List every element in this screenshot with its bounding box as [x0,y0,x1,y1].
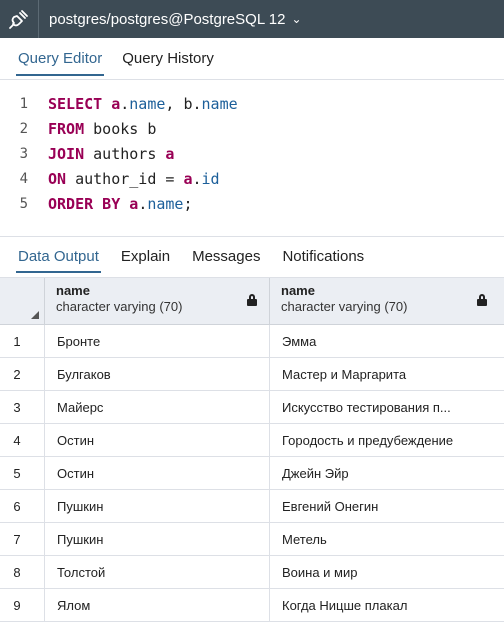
data-output-grid: name character varying (70) name charact… [0,277,504,623]
plain-token: author_id = [66,169,184,188]
table-cell[interactable]: Мастер и Маргарита [270,358,499,390]
code-line: 5 ORDER BY a. name; [0,191,504,216]
line-number: 4 [19,170,28,187]
table-cell[interactable]: Булгаков [45,358,270,390]
plain-token: authors [84,144,166,163]
plain-token: , [165,94,184,113]
chevron-down-icon: ⌄ [291,12,302,26]
table-cell[interactable]: Искусство тестирования п... [270,391,499,423]
table-row[interactable]: 6 Пушкин Евгений Онегин [0,490,504,523]
connection-title: postgres/postgres@PostgreSQL 12 [49,10,286,28]
tab-explain[interactable]: Explain [115,237,176,277]
plain-token: ; [183,194,193,213]
table-cell[interactable]: Бронте [45,325,270,357]
lock-icon [247,294,257,306]
keyword-token: FROM [48,119,85,138]
property-token: name [201,94,238,113]
connection-selector[interactable]: postgres/postgres@PostgreSQL 12 ⌄ [39,11,302,28]
table-row[interactable]: 8 Толстой Воина и мир [0,556,504,589]
editor-tab-bar: Query Editor Query History [0,38,504,80]
tab-messages[interactable]: Messages [186,237,266,277]
table-cell[interactable]: Ялом [45,589,270,621]
alias-token: a [183,169,193,188]
column-name: name [281,283,315,298]
code-line: 1 SELECT a. name, b. name [0,91,504,116]
column-type: character varying (70) [281,299,408,314]
table-cell[interactable]: Остин [45,424,270,456]
table-row[interactable]: 1 Бронте Эмма [0,325,504,358]
table-row[interactable]: 3 Майерс Искусство тестирования п... [0,391,504,424]
corner-triangle-icon [31,311,39,319]
table-cell[interactable]: Майерс [45,391,270,423]
property-token: name [129,94,166,113]
column-name: name [56,283,90,298]
row-number: 3 [0,391,45,423]
table-cell[interactable]: Остин [45,457,270,489]
row-number: 7 [0,523,45,555]
property-token: name [147,194,184,213]
table-row[interactable]: 5 Остин Джейн Эйр [0,457,504,490]
lock-icon [477,294,487,306]
alias-token: a [111,94,121,113]
connection-bar: postgres/postgres@PostgreSQL 12 ⌄ [0,0,504,38]
table-cell[interactable]: Евгений Онегин [270,490,499,522]
row-number: 8 [0,556,45,588]
keyword-token: ON [48,169,67,188]
row-number: 4 [0,424,45,456]
keyword-token: JOIN [48,144,85,163]
tab-notifications[interactable]: Notifications [276,237,370,277]
column-header[interactable]: name character varying (70) [45,278,270,324]
plain-token: books b [84,119,157,138]
property-token: id [201,169,220,188]
table-cell[interactable]: Воина и мир [270,556,499,588]
table-cell[interactable]: Пушкин [45,490,270,522]
line-number: 2 [19,120,28,137]
table-row[interactable]: 4 Остин Городость и предубеждение [0,424,504,457]
table-cell[interactable]: Метель [270,523,499,555]
sql-code-editor[interactable]: 1 SELECT a. name, b. name 2 FROM books b 3… [0,81,504,234]
table-row[interactable]: 9 Ялом Когда Ницше плакал [0,589,504,622]
table-cell[interactable]: Городость и предубеждение [270,424,499,456]
line-number: 1 [19,95,28,112]
table-cell[interactable]: Толстой [45,556,270,588]
output-tab-bar: Data Output Explain Messages Notificatio… [0,236,504,276]
table-cell[interactable]: Джейн Эйр [270,457,499,489]
alias-token: a [129,194,139,213]
row-number: 1 [0,325,45,357]
table-cell[interactable]: Когда Ницше плакал [270,589,499,621]
tab-data-output[interactable]: Data Output [12,237,105,277]
tab-query-history[interactable]: Query History [116,38,220,80]
table-row[interactable]: 7 Пушкин Метель [0,523,504,556]
row-number: 9 [0,589,45,621]
alias-token: a [165,144,175,163]
code-line: 3 JOIN authors a [0,141,504,166]
table-cell[interactable]: Пушкин [45,523,270,555]
keyword-token: ORDER BY [48,194,121,213]
select-all-corner[interactable] [0,278,45,324]
line-number: 3 [19,145,28,162]
plain-token: b [183,94,193,113]
code-line: 4 ON author_id = a. id [0,166,504,191]
table-row[interactable]: 2 Булгаков Мастер и Маргарита [0,358,504,391]
tab-query-editor[interactable]: Query Editor [12,38,108,80]
column-type: character varying (70) [56,299,183,314]
line-number: 5 [19,195,28,212]
plug-icon-graphic [9,10,28,29]
keyword-token: SELECT [48,94,103,113]
row-number: 6 [0,490,45,522]
grid-header: name character varying (70) name charact… [0,278,504,325]
code-line: 2 FROM books b [0,116,504,141]
plug-icon [0,0,38,38]
row-number: 2 [0,358,45,390]
table-cell[interactable]: Эмма [270,325,499,357]
row-number: 5 [0,457,45,489]
column-header[interactable]: name character varying (70) [270,278,499,324]
